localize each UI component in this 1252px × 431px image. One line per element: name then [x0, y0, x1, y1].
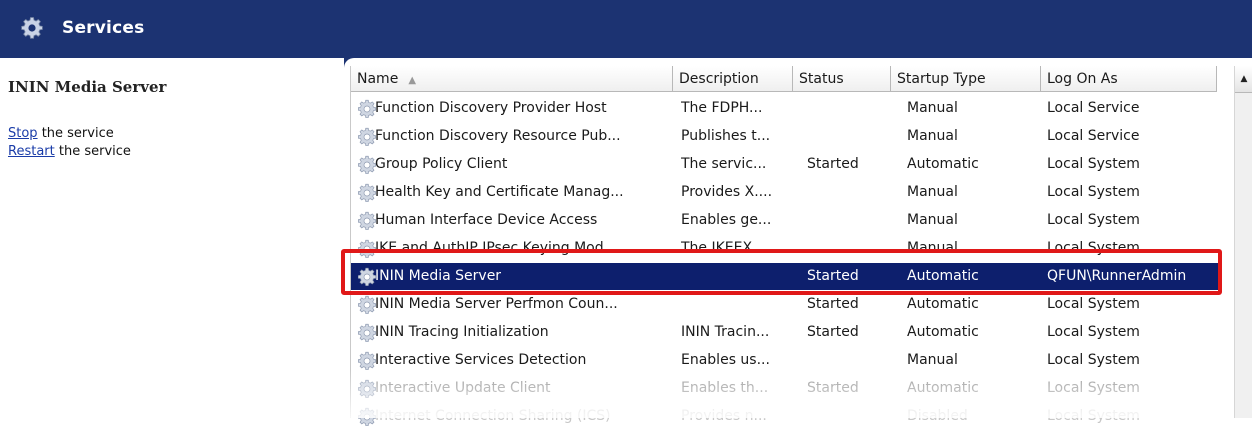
description-pane: ININ Media Server Stop the service Resta…	[0, 72, 340, 418]
service-gear-icon	[357, 183, 377, 203]
service-gear-icon	[357, 351, 377, 371]
service-gear-icon	[357, 127, 377, 147]
cell-status: Started	[807, 380, 859, 396]
scroll-up-arrow-icon[interactable]: ▲	[1235, 66, 1252, 93]
cell-status: Started	[807, 156, 859, 172]
cell-description: Provides n...	[681, 408, 767, 424]
cell-description: ININ Tracin...	[681, 324, 770, 340]
cell-description: Enables ge...	[681, 212, 772, 228]
cell-name: Group Policy Client	[375, 156, 508, 172]
cell-status	[807, 95, 897, 122]
cell-name: Function Discovery Resource Pub...	[375, 128, 621, 144]
cell-name: Health Key and Certificate Manag...	[375, 184, 624, 200]
cell-status: Started	[807, 324, 859, 340]
sort-ascending-icon: ▲	[408, 75, 417, 86]
service-gear-icon	[357, 379, 377, 399]
window-title: Services	[62, 18, 145, 38]
cell-startup-type: Manual	[907, 128, 958, 144]
table-row[interactable]: Function Discovery Resource Pub... Publis…	[351, 123, 1219, 150]
cell-log-on-as: Local System	[1047, 296, 1140, 312]
column-header-startup-type[interactable]: Startup Type	[891, 66, 1041, 92]
title-bar: Services	[0, 0, 1252, 58]
cell-startup-type: Automatic	[907, 156, 979, 172]
vertical-scrollbar[interactable]: ▲	[1234, 66, 1252, 418]
cell-name: Internet Connection Sharing (ICS)	[375, 408, 611, 424]
table-row[interactable]: Interactive Services Detection Enables us…	[351, 347, 1219, 374]
cell-startup-type: Manual	[907, 212, 958, 228]
column-header-description[interactable]: Description	[673, 66, 793, 92]
cell-description	[681, 291, 797, 318]
services-list: Name ▲ Description Status Startup Type Lo…	[350, 66, 1252, 426]
gear-icon	[21, 17, 43, 39]
column-header-log-on-as[interactable]: Log On As	[1041, 66, 1217, 92]
restart-service-text: the service	[54, 144, 131, 159]
cell-startup-type: Automatic	[907, 380, 979, 396]
table-row[interactable]: ININ Media Server Perfmon Coun... Started…	[351, 291, 1219, 318]
table-row[interactable]: Function Discovery Provider Host The FDPH…	[351, 95, 1219, 122]
table-row[interactable]: Health Key and Certificate Manag... Provi…	[351, 179, 1219, 206]
cell-name: ININ Media Server Perfmon Coun...	[375, 296, 618, 312]
service-gear-icon	[357, 323, 377, 343]
table-row[interactable]: Human Interface Device Access Enables ge.…	[351, 207, 1219, 234]
cell-status: Started	[807, 296, 859, 312]
table-row[interactable]: ININ Tracing Initialization ININ Tracin..…	[351, 319, 1219, 346]
cell-log-on-as: Local System	[1047, 184, 1140, 200]
cell-startup-type: Automatic	[907, 296, 979, 312]
stop-service-action: Stop the service	[8, 126, 114, 141]
list-header: Name ▲ Description Status Startup Type Lo…	[351, 66, 1241, 93]
table-row[interactable]: Internet Connection Sharing (ICS) Provide…	[351, 403, 1219, 430]
cell-name: Function Discovery Provider Host	[375, 100, 607, 116]
selected-service-name: ININ Media Server	[8, 78, 167, 96]
cell-startup-type: Manual	[907, 352, 958, 368]
stop-service-text: the service	[37, 126, 114, 141]
column-header-name[interactable]: Name ▲	[351, 66, 673, 92]
cell-startup-type: Manual	[907, 100, 958, 116]
cell-description: The servic...	[681, 156, 767, 172]
cell-log-on-as: Local System	[1047, 156, 1140, 172]
service-gear-icon	[357, 407, 377, 427]
cell-log-on-as: Local System	[1047, 380, 1140, 396]
cell-status	[807, 403, 897, 430]
service-gear-icon	[357, 99, 377, 119]
cell-description: The FDPH...	[681, 100, 763, 116]
cell-status	[807, 347, 897, 374]
table-row[interactable]: Group Policy Client The servic... Started A…	[351, 151, 1219, 178]
column-header-name-label: Name	[357, 71, 399, 87]
cell-name: Human Interface Device Access	[375, 212, 598, 228]
cell-description: Enables us...	[681, 352, 770, 368]
cell-log-on-as: Local System	[1047, 408, 1140, 424]
cell-log-on-as: Local System	[1047, 212, 1140, 228]
cell-startup-type: Manual	[907, 184, 958, 200]
annotation-highlight-box	[341, 249, 1222, 295]
cell-log-on-as: Local Service	[1047, 128, 1140, 144]
restart-service-action: Restart the service	[8, 144, 131, 159]
service-gear-icon	[357, 155, 377, 175]
cell-name: ININ Tracing Initialization	[375, 324, 549, 340]
cell-startup-type: Disabled	[907, 408, 968, 424]
cell-log-on-as: Local Service	[1047, 100, 1140, 116]
cell-description: Publishes t...	[681, 128, 771, 144]
cell-name: Interactive Update Client	[375, 380, 551, 396]
cell-status	[807, 207, 897, 234]
stop-service-link[interactable]: Stop	[8, 126, 38, 141]
cell-name: Interactive Services Detection	[375, 352, 587, 368]
cell-log-on-as: Local System	[1047, 324, 1140, 340]
cell-status	[807, 123, 897, 150]
table-row[interactable]: Interactive Update Client Enables th... St…	[351, 375, 1219, 402]
cell-status	[807, 179, 897, 206]
cell-log-on-as: Local System	[1047, 352, 1140, 368]
service-gear-icon	[357, 211, 377, 231]
cell-description: Enables th...	[681, 380, 769, 396]
restart-service-link[interactable]: Restart	[8, 144, 55, 159]
cell-startup-type: Automatic	[907, 324, 979, 340]
service-gear-icon	[357, 295, 377, 315]
cell-description: Provides X....	[681, 184, 773, 200]
column-header-status[interactable]: Status	[793, 66, 891, 92]
